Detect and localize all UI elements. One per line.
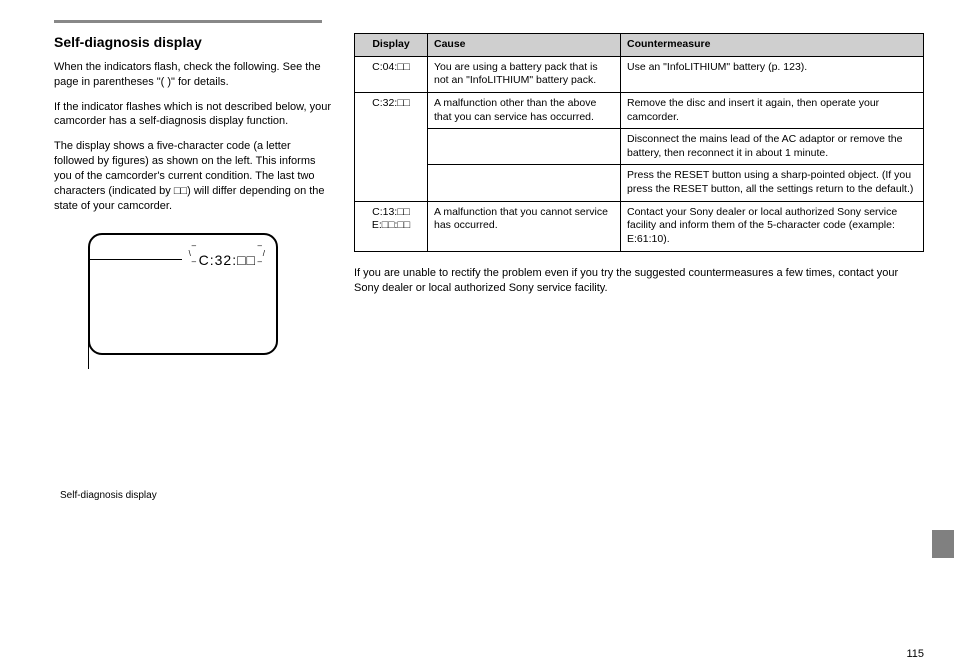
self-diagnosis-code: \ – – / – – C:32:□□ — [199, 249, 256, 270]
page-number: 115 — [906, 648, 924, 660]
cell-cause: A malfunction other than the above that … — [428, 92, 621, 128]
cell-display: C:04:□□ — [355, 56, 428, 92]
cell-display: C:32:□□ — [355, 92, 428, 201]
cell-cause: You are using a battery pack that is not… — [428, 56, 621, 92]
left-column: Self-diagnosis display When the indicato… — [54, 33, 334, 369]
table-header-row: Display Cause Countermeasure — [355, 34, 924, 57]
display-label: Self-diagnosis display — [60, 489, 260, 503]
right-column: Display Cause Countermeasure C:04:□□ You… — [354, 33, 924, 369]
paragraph-2: If the indicator flashes which is not de… — [54, 100, 334, 130]
lcd-display-wrap: \ – – / – – C:32:□□ Self-diagnosis displ… — [88, 233, 278, 369]
th-counter: Countermeasure — [621, 34, 924, 57]
code-text: C:32:□□ — [199, 252, 256, 268]
cell-cause — [428, 129, 621, 165]
paragraph-1: When the indicators flash, check the fol… — [54, 60, 334, 90]
table-row: C:32:□□ A malfunction other than the abo… — [355, 92, 924, 128]
table-row: C:04:□□ You are using a battery pack tha… — [355, 56, 924, 92]
leader-line-h — [88, 259, 182, 260]
footer-note: If you are unable to rectify the problem… — [354, 266, 924, 297]
paragraph-3: The display shows a five-character code … — [54, 139, 334, 213]
cell-display: C:13:□□ E:□□:□□ — [355, 201, 428, 251]
cell-cause: A malfunction that you cannot service ha… — [428, 201, 621, 251]
cell-counter: Disconnect the mains lead of the AC adap… — [621, 129, 924, 165]
cell-counter: Remove the disc and insert it again, the… — [621, 92, 924, 128]
side-tab — [932, 530, 954, 558]
section-rule — [54, 20, 322, 23]
leader-line-v — [88, 259, 89, 369]
section-title: Self-diagnosis display — [54, 33, 334, 52]
cell-cause — [428, 165, 621, 201]
th-cause: Cause — [428, 34, 621, 57]
th-display: Display — [355, 34, 428, 57]
table-row: Press the RESET button using a sharp-poi… — [355, 165, 924, 201]
cell-counter: Use an "InfoLITHIUM" battery (p. 123). — [621, 56, 924, 92]
p3-code: □□ — [174, 185, 187, 197]
cell-counter: Press the RESET button using a sharp-poi… — [621, 165, 924, 201]
table-row: C:13:□□ E:□□:□□ A malfunction that you c… — [355, 201, 924, 251]
cell-counter: Contact your Sony dealer or local author… — [621, 201, 924, 251]
lcd-display-box: \ – – / – – C:32:□□ — [88, 233, 278, 355]
diagnosis-table: Display Cause Countermeasure C:04:□□ You… — [354, 33, 924, 252]
table-row: Disconnect the mains lead of the AC adap… — [355, 129, 924, 165]
